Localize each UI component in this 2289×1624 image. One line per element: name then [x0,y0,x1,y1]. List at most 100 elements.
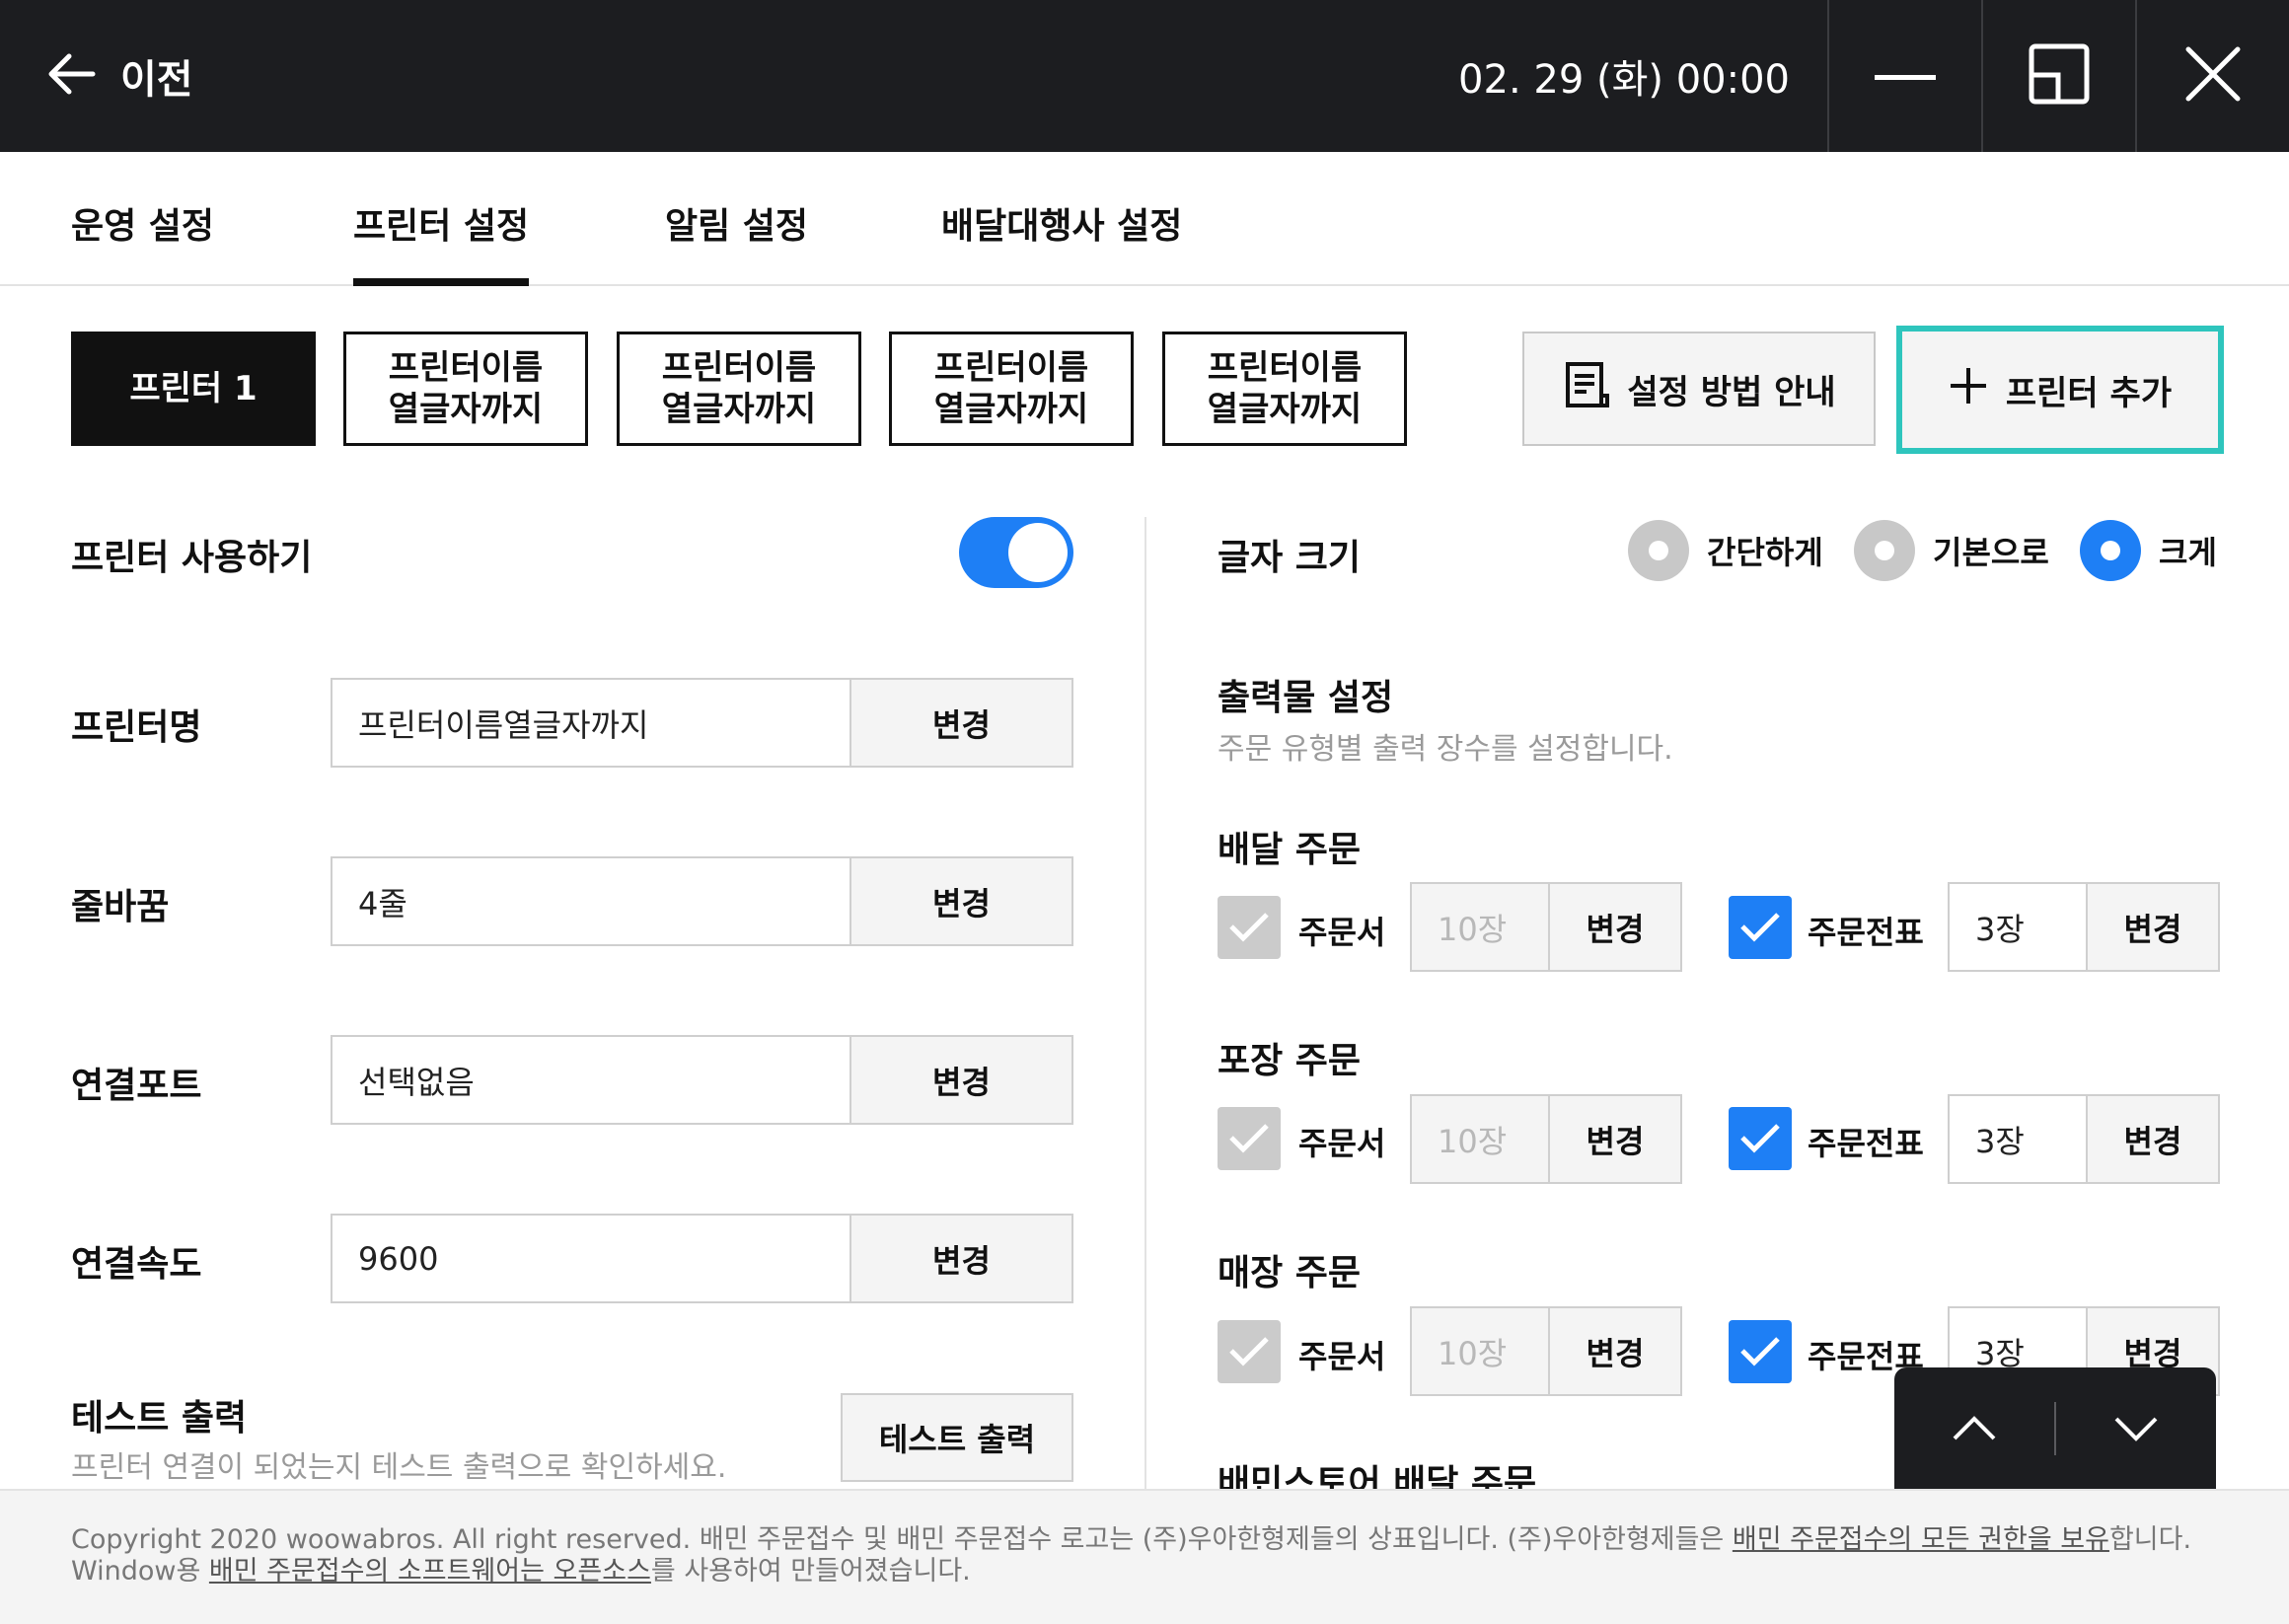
pickup-doc-count-field: 10장 변경 [1410,1094,1682,1184]
setup-guide-button[interactable]: 설정 방법 안내 [1522,332,1876,446]
footer-rights-link[interactable]: 배민 주문접수의 모든 권한을 보유 [1733,1524,2109,1555]
baud-rate-label: 연결속도 [71,1244,202,1285]
chevron-up-icon [1953,1416,1996,1440]
dine-in-doc-label: 주문서 [1298,1338,1386,1375]
port-value: 선택없음 [358,1063,475,1101]
test-print-button[interactable]: 테스트 출력 [841,1393,1073,1482]
delivery-doc-count: 10장 [1412,884,1548,970]
line-feed-value: 4줄 [358,884,407,923]
radio-default [1854,520,1915,581]
minimize-button[interactable] [1827,0,1981,152]
font-option-large[interactable]: 크게 [2080,519,2217,582]
printer-use-toggle[interactable] [959,517,1073,588]
footer: Copyright 2020 woowabros. All right rese… [0,1489,2289,1624]
delivery-slip-count-field: 3장 변경 [1948,882,2220,972]
dine-in-slip-checkbox[interactable] [1729,1320,1792,1383]
pickup-slip-change-button[interactable]: 변경 [2086,1096,2218,1182]
printer-name-change-button[interactable]: 변경 [849,680,1071,766]
footer-window-prefix: Window용 [71,1556,209,1587]
check-icon [1229,913,1269,942]
tab-printer-settings[interactable]: 프린터 설정 [353,197,530,286]
port-field: 선택없음 변경 [331,1035,1073,1125]
test-print-title: 테스트 출력 [71,1398,248,1439]
delivery-doc-change-button[interactable]: 변경 [1548,884,1680,970]
output-settings-title: 출력물 설정 [1218,678,1394,718]
delivery-doc-checkbox[interactable] [1218,896,1281,959]
footer-line2-end: 를 사용하여 만들어졌습니다. [650,1556,971,1587]
close-icon [2184,45,2242,107]
printer-tab-2[interactable]: 프린터이름 열글자까지 [343,332,588,446]
datetime: 02. 29 (화) 00:00 [1458,57,1790,103]
delivery-doc-label: 주문서 [1298,914,1386,951]
delivery-slip-label: 주문전표 [1808,914,1924,951]
pickup-slip-checkbox[interactable] [1729,1107,1792,1170]
check-icon [1740,1337,1780,1366]
setup-guide-label: 설정 방법 안내 [1627,372,1836,412]
tab-delivery-agency-settings[interactable]: 배달대행사 설정 [941,197,1182,249]
radio-large [2080,520,2141,581]
plus-icon [1949,366,1988,414]
font-option-large-label: 크게 [2159,534,2217,571]
close-button[interactable] [2135,0,2289,152]
font-option-default-label: 기본으로 [1933,534,2049,571]
printer-tab-5[interactable]: 프린터이름 열글자까지 [1162,332,1407,446]
delivery-slip-count: 3장 [1950,884,2086,970]
document-icon [1562,360,1611,418]
dine-in-doc-change-button[interactable]: 변경 [1548,1308,1680,1394]
chevron-down-icon [2114,1417,2158,1441]
font-option-default[interactable]: 기본으로 [1854,519,2049,582]
baemin-store-order-title: 배민스토어 배달 주문 [1218,1463,1537,1489]
pickup-doc-label: 주문서 [1298,1125,1386,1162]
pickup-doc-checkbox[interactable] [1218,1107,1281,1170]
check-icon [1740,1124,1780,1153]
delivery-slip-checkbox[interactable] [1729,896,1792,959]
font-option-simple[interactable]: 간단하게 [1628,519,1823,582]
delivery-order-title: 배달 주문 [1218,830,1362,870]
restore-button[interactable] [1981,0,2135,152]
printer-tab-4[interactable]: 프린터이름 열글자까지 [889,332,1134,446]
toggle-knob [1008,523,1068,582]
pickup-doc-count: 10장 [1412,1096,1548,1182]
footer-line-2: Window용 배민 주문접수의 소프트웨어는 오픈소스를 사용하여 만들어졌습… [71,1556,2289,1587]
test-print-desc: 프린터 연결이 되었는지 테스트 출력으로 확인하세요. [71,1450,727,1485]
check-icon [1229,1337,1269,1366]
dine-in-doc-checkbox[interactable] [1218,1320,1281,1383]
tab-operation-settings[interactable]: 운영 설정 [71,197,214,249]
delivery-slip-change-button[interactable]: 변경 [2086,884,2218,970]
line-feed-field: 4줄 변경 [331,856,1073,946]
pickup-order-title: 포장 주문 [1218,1041,1362,1081]
line-feed-change-button[interactable]: 변경 [849,858,1071,944]
footer-copyright: Copyright 2020 woowabros. All right rese… [71,1524,1733,1555]
port-change-button[interactable]: 변경 [849,1037,1071,1123]
minimize-icon [1875,67,1936,86]
tab-notification-settings[interactable]: 알림 설정 [665,197,808,249]
radio-simple [1628,520,1689,581]
baud-rate-change-button[interactable]: 변경 [849,1216,1071,1301]
arrow-left-icon [43,46,99,106]
footer-line-1: Copyright 2020 woowabros. All right rese… [71,1524,2289,1556]
settings-tabs: 운영 설정 프린터 설정 알림 설정 배달대행사 설정 [0,152,2289,286]
back-label: 이전 [120,57,193,103]
footer-line1-end: 합니다. [2108,1524,2192,1555]
delivery-doc-count-field: 10장 변경 [1410,882,1682,972]
pickup-slip-count-field: 3장 변경 [1948,1094,2220,1184]
dine-in-doc-count: 10장 [1412,1308,1548,1394]
printer-name-value: 프린터이름열글자까지 [358,705,649,744]
scroll-nav [1894,1367,2216,1490]
footer-opensource-link[interactable]: 배민 주문접수의 소프트웨어는 오픈소스 [209,1556,651,1587]
port-label: 연결포트 [71,1066,202,1106]
scroll-up-button[interactable] [1894,1367,2054,1490]
scroll-down-button[interactable] [2056,1367,2216,1490]
printer-tab-3[interactable]: 프린터이름 열글자까지 [617,332,861,446]
check-icon [1740,913,1780,942]
restore-icon [2029,43,2090,109]
back-button[interactable]: 이전 [43,37,193,114]
pickup-doc-change-button[interactable]: 변경 [1548,1096,1680,1182]
output-settings-desc: 주문 유형별 출력 장수를 설정합니다. [1218,732,1673,767]
dine-in-order-title: 매장 주문 [1218,1253,1362,1293]
line-feed-label: 줄바꿈 [71,887,170,927]
printer-tab-1[interactable]: 프린터 1 [71,332,316,446]
printer-name-field: 프린터이름열글자까지 변경 [331,678,1073,768]
add-printer-button[interactable]: 프린터 추가 [1896,326,2224,454]
font-option-simple-label: 간단하게 [1707,534,1823,571]
